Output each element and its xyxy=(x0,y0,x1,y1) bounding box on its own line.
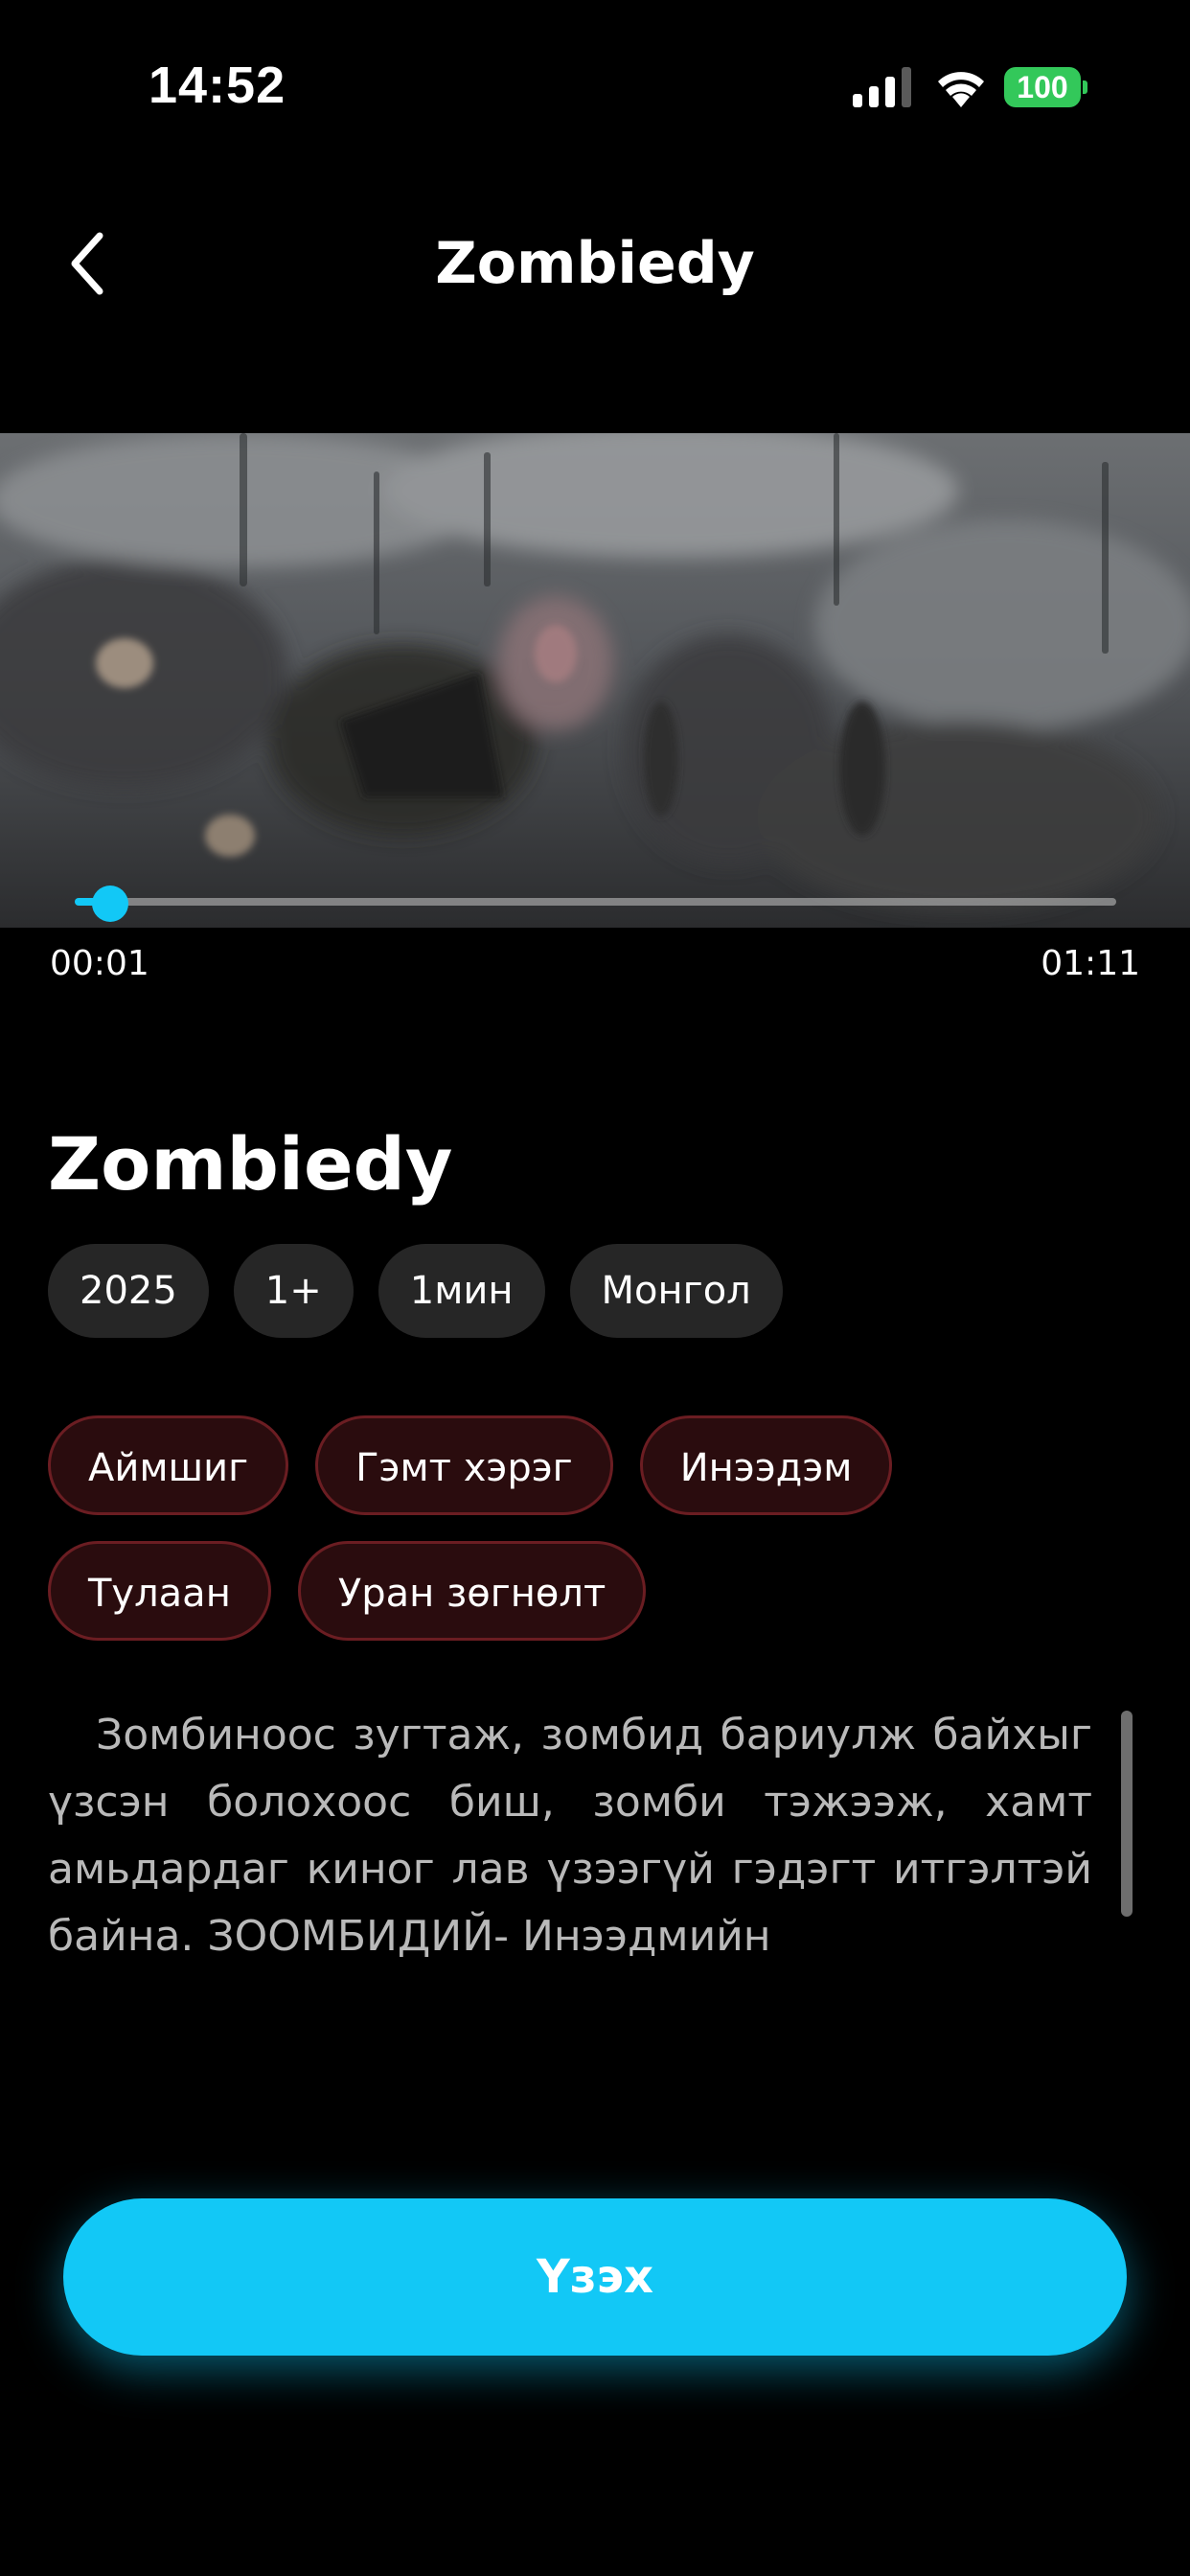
battery-level: 100 xyxy=(1017,70,1068,104)
battery-cap xyxy=(1083,80,1087,94)
genre-list: Аймшиг Гэмт хэрэг Инээдэм Тулаан Уран зө… xyxy=(48,1415,1142,1641)
movie-description: Зомбиноос зугтаж, зомбид бариулж байхыг … xyxy=(48,1711,1092,1961)
video-frame xyxy=(0,433,1190,928)
wifi-icon xyxy=(938,72,984,107)
status-time: 14:52 xyxy=(149,57,286,114)
genre-tag[interactable]: Уран зөгнөлт xyxy=(297,1541,647,1641)
meta-duration: 1мин xyxy=(378,1244,545,1338)
watch-button[interactable]: Үзэх xyxy=(63,2198,1127,2356)
meta-country: Монгол xyxy=(569,1244,783,1338)
battery-icon: 100 xyxy=(1004,67,1087,107)
genre-tag[interactable]: Гэмт хэрэг xyxy=(315,1415,613,1515)
current-time: 00:01 xyxy=(50,944,149,983)
genre-tag[interactable]: Тулаан xyxy=(48,1541,271,1641)
signal-icon xyxy=(853,67,911,107)
back-button[interactable] xyxy=(48,216,125,311)
meta-age-rating: 1+ xyxy=(233,1244,354,1338)
genre-tag[interactable]: Аймшиг xyxy=(48,1415,289,1515)
meta-row: 2025 1+ 1мин Монгол xyxy=(48,1244,783,1338)
genre-tag[interactable]: Инээдэм xyxy=(639,1415,893,1515)
meta-year: 2025 xyxy=(48,1244,209,1338)
status-bar: 14:52 100 xyxy=(0,0,1190,172)
total-time: 01:11 xyxy=(1041,944,1140,983)
scroll-indicator[interactable] xyxy=(1121,1711,1133,1917)
progress-track[interactable] xyxy=(96,898,1116,906)
chevron-left-icon xyxy=(71,232,103,295)
description-scroll[interactable]: Зомбиноос зугтаж, зомбид бариулж байхыг … xyxy=(48,1702,1092,1966)
movie-title: Zombiedy xyxy=(48,1121,453,1207)
video-player[interactable] xyxy=(0,433,1190,928)
progress-thumb[interactable] xyxy=(91,886,128,922)
header-title: Zombiedy xyxy=(435,230,755,297)
